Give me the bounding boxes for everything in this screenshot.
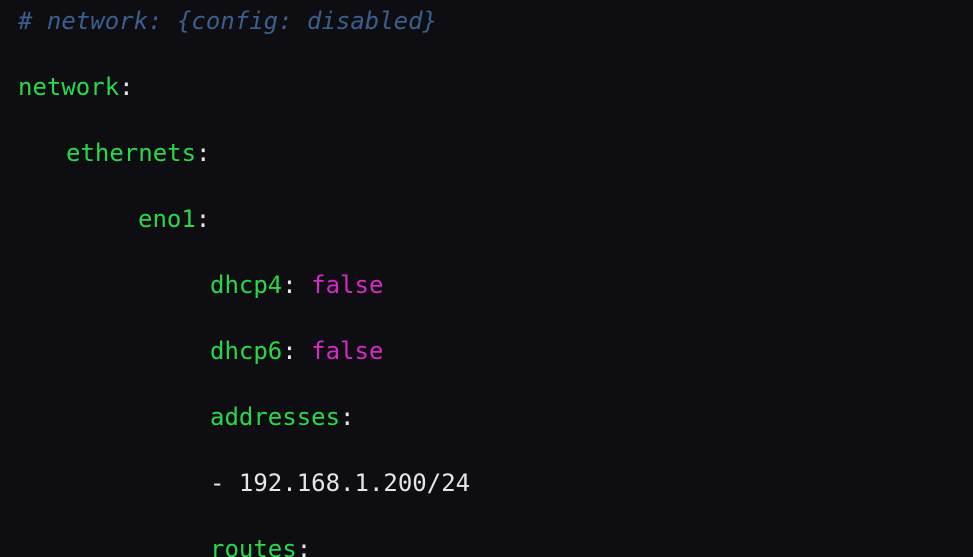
- yaml-seq-address: - 192.168.1.200/24: [18, 467, 973, 500]
- yaml-key-routes: routes:: [18, 533, 973, 557]
- code-editor[interactable]: # network: {config: disabled} network: e…: [0, 0, 973, 557]
- yaml-key-ethernets: ethernets:: [18, 137, 973, 170]
- yaml-kv-dhcp6: dhcp6: false: [18, 335, 973, 368]
- yaml-key-addresses: addresses:: [18, 401, 973, 434]
- yaml-comment: # network: {config: disabled}: [18, 5, 973, 38]
- yaml-kv-dhcp4: dhcp4: false: [18, 269, 973, 302]
- yaml-key-iface-eno1: eno1:: [18, 203, 973, 236]
- yaml-key-network: network:: [18, 71, 973, 104]
